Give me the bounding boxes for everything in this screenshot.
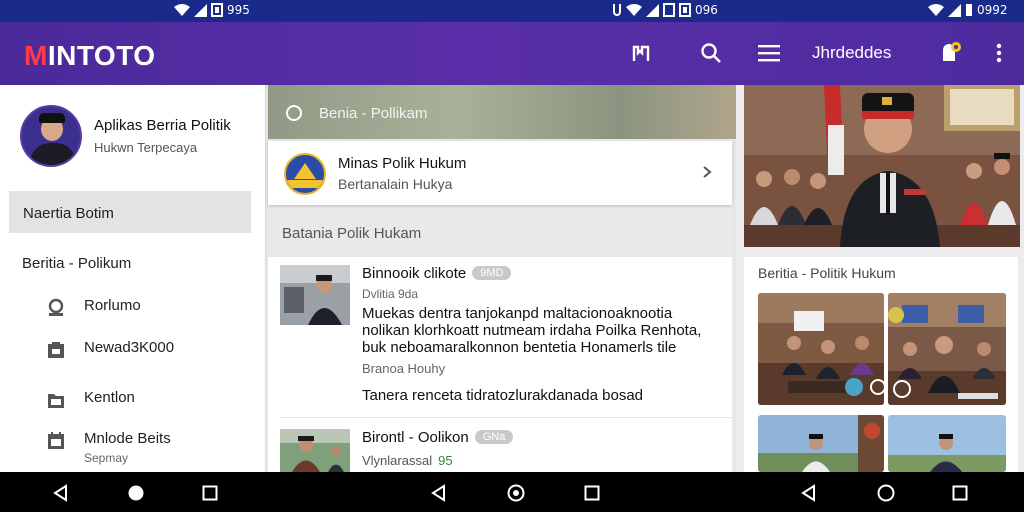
back-icon[interactable]: [430, 484, 448, 502]
emblem-icon: [284, 153, 326, 195]
back-icon[interactable]: [52, 484, 70, 502]
document-icon: [48, 342, 64, 358]
news-title-text: Birontl - Oolikon: [362, 429, 469, 446]
drawer-profile[interactable]: Aplikas Berria Politik Hukwn Terpecaya: [20, 105, 231, 167]
notification-icon[interactable]: [938, 40, 964, 66]
news-item[interactable]: Binnooik clikote 9MD Dvlitia 9da Muekas d…: [280, 265, 732, 415]
banner-header[interactable]: Benia - Pollikam: [268, 85, 738, 139]
news-footer: Tanera renceta tidratozlurakdanada bosad: [362, 387, 644, 404]
drawer-item-1[interactable]: Rorlumo: [46, 297, 141, 318]
back-icon[interactable]: [800, 484, 818, 502]
battery-icon: [211, 3, 223, 17]
gallery-card: Beritia - Politik Hukum: [744, 257, 1018, 472]
news-title: Binnooik clikote 9MD: [362, 265, 512, 282]
drawer-item-label: Mnlode Beits: [84, 430, 171, 447]
status-group-right: 0992: [928, 3, 1008, 17]
home-icon[interactable]: [877, 484, 895, 502]
battery-icon: [663, 3, 675, 17]
profile-title: Aplikas Berria Politik: [94, 117, 231, 134]
gallery-thumbnail[interactable]: [888, 293, 1006, 405]
drawer-item-sublabel: Sepmay: [84, 451, 129, 465]
list-divider: [280, 417, 732, 418]
wifi-icon: [174, 3, 190, 16]
search-icon[interactable]: [698, 40, 724, 66]
news-title: Birontl - Oolikon GNa: [362, 429, 514, 446]
system-nav-bar: [0, 472, 1024, 512]
status-group-mid: 096: [612, 3, 718, 17]
app-bar-label[interactable]: Jhrdeddes: [812, 43, 891, 63]
app-screen: 995 096 0992 MINTOTO Jhrdeddes Aplikas B…: [0, 0, 1024, 512]
logo-text: INTOTO: [47, 40, 156, 71]
status-time-mid: 096: [695, 3, 718, 17]
calendar-icon: [48, 432, 64, 449]
profile-text: Aplikas Berria Politik Hukwn Terpecaya: [94, 117, 231, 155]
home-icon[interactable]: [127, 484, 145, 502]
battery-icon: [966, 4, 972, 16]
logo-accent-letter: M: [24, 40, 48, 71]
home-icon[interactable]: [507, 484, 525, 502]
news-column: Benia - Pollikam Minas Polik Hukum Berta…: [268, 85, 738, 472]
news-item[interactable]: Birontl - Oolikon GNa Vlynlarassal 95: [280, 429, 732, 472]
recents-icon[interactable]: [583, 484, 601, 502]
folder-icon: [48, 394, 64, 408]
status-group-left: 995: [174, 3, 250, 17]
gallery-thumbnail[interactable]: [888, 415, 1006, 472]
gallery-thumbnail[interactable]: [758, 415, 884, 472]
drawer-item-label: Rorlumo: [84, 297, 141, 314]
news-date-text: Vlynlarassal: [362, 453, 433, 468]
wifi-icon: [626, 3, 642, 16]
news-meta: Dvlitia 9da: [362, 287, 419, 301]
chevron-right-icon: [703, 166, 712, 178]
app-logo[interactable]: MINTOTO: [24, 40, 156, 72]
location-icon: [48, 298, 64, 316]
news-source: Branoa Houhy: [362, 361, 446, 376]
recents-icon[interactable]: [201, 484, 219, 502]
drawer-item-4[interactable]: Mnlode Beits Sepmay: [46, 430, 171, 465]
drawer-section-label[interactable]: Beritia - Polikum: [22, 255, 131, 272]
banner-title: Benia - Pollikam: [319, 105, 428, 122]
recents-icon[interactable]: [951, 484, 969, 502]
navigation-drawer: Aplikas Berria Politik Hukwn Terpecaya N…: [0, 85, 266, 472]
news-thumbnail: [280, 429, 350, 472]
signal-icon: [948, 3, 961, 17]
hero-image[interactable]: [744, 85, 1020, 247]
media-column: Beritia - Politik Hukum: [736, 85, 1024, 472]
wifi-icon: [928, 3, 944, 16]
news-date-accent: 95: [438, 453, 453, 468]
status-time-right: 0992: [977, 3, 1008, 17]
status-bar: 995 096 0992: [0, 0, 1024, 22]
radio-ring-icon: [286, 105, 302, 121]
featured-title: Minas Polik Hukum: [338, 155, 467, 172]
news-body: Muekas dentra tanjokanpd maltacionoaknoo…: [362, 305, 702, 356]
news-date: Vlynlarassal 95: [362, 453, 453, 468]
drawer-item-2[interactable]: Newad3K000: [46, 339, 174, 360]
news-title-text: Binnooik clikote: [362, 265, 467, 282]
drawer-item-label: Kentlon: [84, 389, 135, 406]
news-badge: GNa: [474, 430, 514, 444]
menu-icon[interactable]: [756, 40, 782, 66]
avatar: [20, 105, 82, 167]
news-list: Binnooik clikote 9MD Dvlitia 9da Muekas d…: [268, 257, 732, 472]
section-title: Batania Polik Hukam: [282, 225, 422, 242]
news-thumbnail: [280, 265, 350, 325]
signal-icon: [194, 3, 207, 17]
featured-card[interactable]: Minas Polik Hukum Bertanalain Hukya: [268, 141, 732, 205]
status-time-left: 995: [227, 3, 250, 17]
battery-icon: [679, 3, 691, 17]
drawer-item-3[interactable]: Kentlon: [46, 389, 135, 410]
vibrate-icon: [613, 4, 621, 16]
gallery-thumbnail[interactable]: [758, 293, 884, 405]
drawer-item-label: Newad3K000: [84, 339, 175, 356]
drawer-item-active[interactable]: Naertia Botim: [9, 191, 251, 233]
news-badge: 9MD: [472, 266, 512, 280]
more-vert-icon[interactable]: [986, 40, 1012, 66]
signal-icon: [646, 3, 659, 17]
bookmark-flag-icon[interactable]: [628, 40, 654, 66]
app-bar: MINTOTO Jhrdeddes: [0, 22, 1024, 85]
profile-subtitle: Hukwn Terpecaya: [94, 140, 198, 155]
gallery-title: Beritia - Politik Hukum: [758, 265, 896, 281]
featured-subtitle: Bertanalain Hukya: [338, 176, 453, 192]
